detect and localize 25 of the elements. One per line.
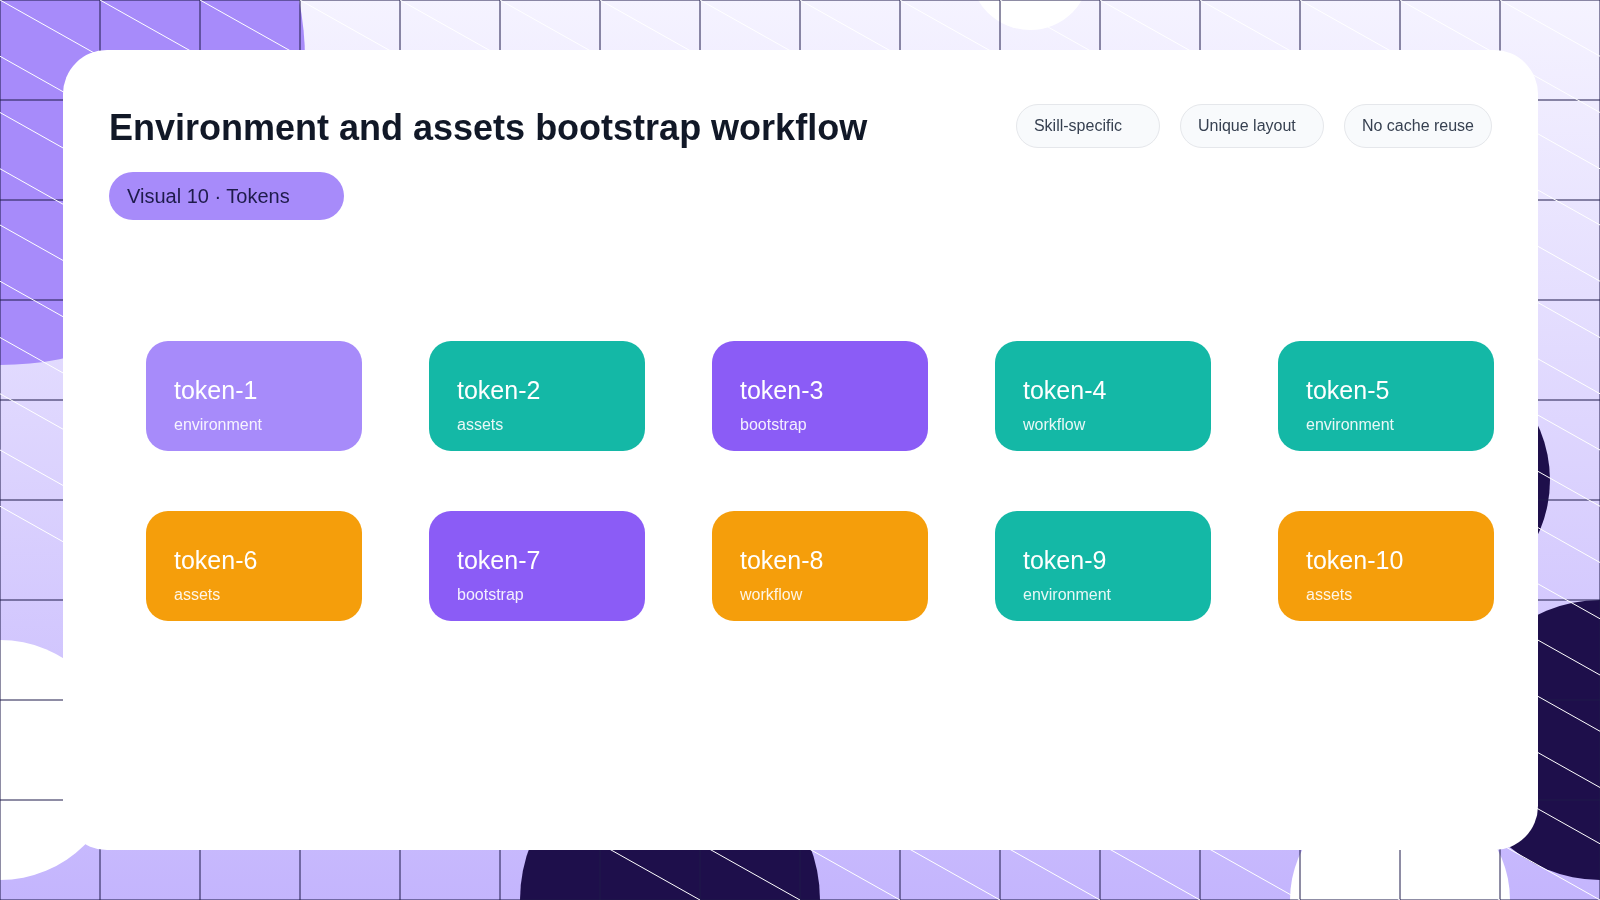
- token-label: token-9: [1023, 545, 1108, 575]
- slide-title: Environment and assets bootstrap workflow: [109, 106, 868, 150]
- tag-chip: No cache reuse: [1343, 104, 1492, 148]
- token-tag: assets: [174, 583, 334, 607]
- token-tag: assets: [457, 413, 617, 437]
- token-label: token-2: [457, 375, 542, 405]
- token-tag: bootstrap: [457, 583, 617, 607]
- token-label: token-6: [174, 545, 259, 575]
- token-tag: workflow: [740, 583, 900, 607]
- token-label: token-10: [1306, 545, 1405, 575]
- token-tag: assets: [1306, 583, 1466, 607]
- token-tag: bootstrap: [740, 413, 900, 437]
- token-label: token-4: [1023, 375, 1108, 405]
- token-label: token-3: [740, 375, 825, 405]
- visual-badge: Visual 10 · Tokens: [109, 172, 344, 220]
- token-label: token-7: [457, 545, 542, 575]
- token-label: token-1: [174, 375, 259, 405]
- token-label: token-8: [740, 545, 825, 575]
- token-tag: environment: [174, 413, 334, 437]
- token-tag: environment: [1306, 413, 1466, 437]
- token-tag: environment: [1023, 583, 1183, 607]
- token-label: token-5: [1306, 375, 1391, 405]
- token-tag: workflow: [1023, 413, 1183, 437]
- tag-chip: Unique layout: [1179, 104, 1324, 148]
- tag-chip: Skill-specific: [1015, 104, 1160, 148]
